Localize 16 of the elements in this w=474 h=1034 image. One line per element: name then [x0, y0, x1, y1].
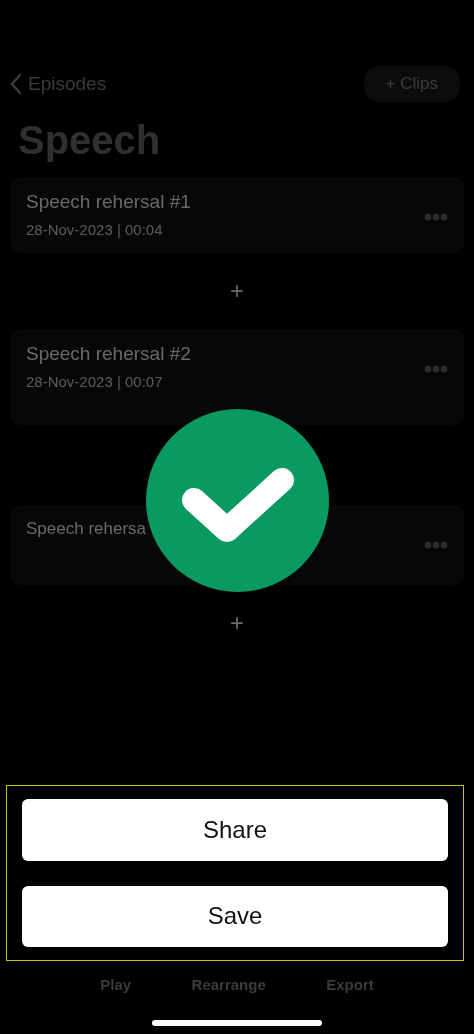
more-icon[interactable] [424, 365, 448, 373]
save-button[interactable]: Save [22, 885, 448, 947]
episode-card[interactable]: Speech rehersal #1 28-Nov-2023 | 00:04 [10, 177, 464, 253]
more-icon[interactable] [424, 541, 448, 549]
episode-meta: 28-Nov-2023 | 00:07 [26, 373, 164, 390]
chevron-left-icon [10, 73, 22, 95]
episode-title: Speech rehersal #2 [26, 343, 191, 365]
episode-card[interactable]: Speech rehersal #2 28-Nov-2023 | 00:07 [10, 329, 464, 425]
add-button[interactable]: + [230, 277, 244, 305]
share-button[interactable]: Share [22, 799, 448, 861]
episode-title: Speech rehersal #1 [26, 191, 191, 213]
episode-meta: 28-Nov-2023 | 00:04 [26, 221, 164, 238]
add-button[interactable]: + [230, 609, 244, 637]
episode-title: Speech rehersa [26, 519, 147, 539]
more-icon[interactable] [424, 213, 448, 221]
success-check-icon [146, 409, 329, 592]
